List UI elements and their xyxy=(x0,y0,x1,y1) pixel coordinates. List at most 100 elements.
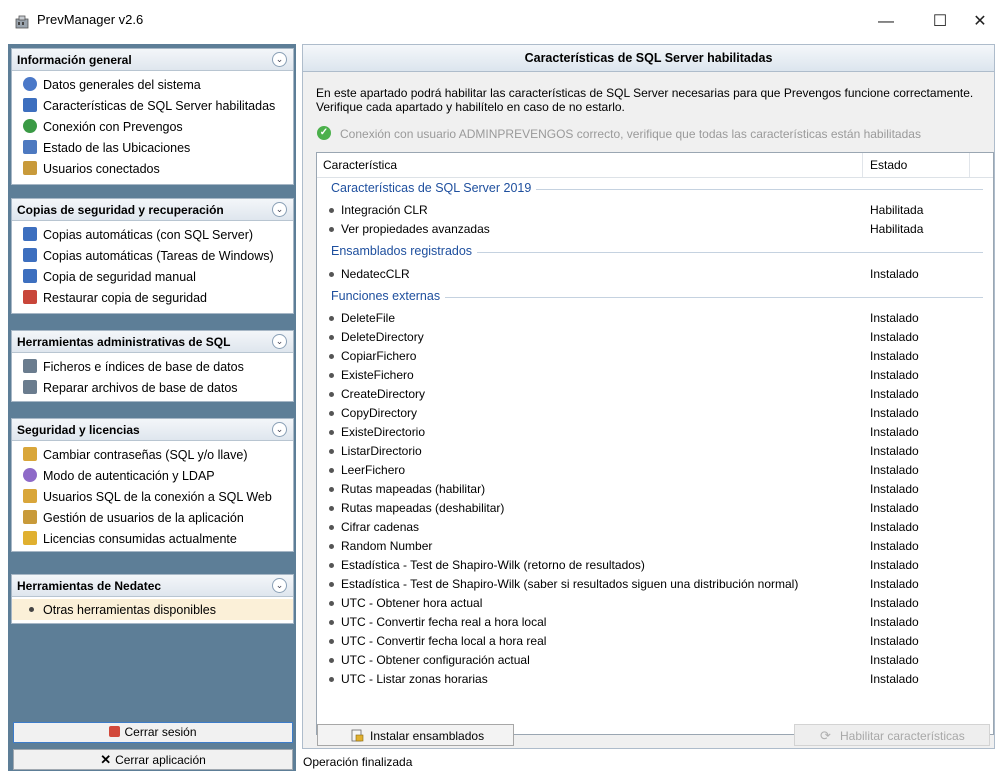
close-app-button[interactable]: ✕ Cerrar aplicación xyxy=(13,749,293,770)
feature-state: Instalado xyxy=(870,615,919,629)
users-icon xyxy=(23,161,37,175)
collapse-icon[interactable]: ⌄ xyxy=(272,202,287,217)
group-title: Información general xyxy=(17,53,132,67)
sidebar-item-copias-tareas-windows[interactable]: Copias automáticas (Tareas de Windows) xyxy=(12,245,293,266)
feature-name: ExisteDirectorio xyxy=(341,425,426,439)
list-item[interactable]: UTC - Convertir fecha real a hora local I… xyxy=(317,613,993,632)
column-header-caracteristica[interactable]: Característica xyxy=(323,158,397,172)
group-copias-seguridad: Copias de seguridad y recuperación ⌄ Cop… xyxy=(11,198,294,314)
maximize-button[interactable]: ☐ xyxy=(920,7,960,37)
list-item[interactable]: Random Number Instalado xyxy=(317,537,993,556)
list-item[interactable]: NedatecCLR Instalado xyxy=(317,265,993,284)
database-files-icon xyxy=(23,359,37,373)
sidebar-item-gestion-usuarios[interactable]: Gestión de usuarios de la aplicación xyxy=(12,507,293,528)
list-item[interactable]: Estadística - Test de Shapiro-Wilk (sabe… xyxy=(317,575,993,594)
list-item[interactable]: ExisteFichero Instalado xyxy=(317,366,993,385)
sidebar-item-copias-sql-server[interactable]: Copias automáticas (con SQL Server) xyxy=(12,224,293,245)
bullet-icon xyxy=(329,392,334,397)
list-item[interactable]: DeleteDirectory Instalado xyxy=(317,328,993,347)
group-header[interactable]: Copias de seguridad y recuperación ⌄ xyxy=(12,199,293,221)
repair-icon xyxy=(23,380,37,394)
bullet-icon xyxy=(29,607,34,612)
list-item[interactable]: UTC - Obtener hora actual Instalado xyxy=(317,594,993,613)
database-settings-icon xyxy=(23,98,37,112)
connection-status-text: Conexión con usuario ADMINPREVENGOS corr… xyxy=(340,127,921,141)
list-item[interactable]: CreateDirectory Instalado xyxy=(317,385,993,404)
feature-state: Instalado xyxy=(870,672,919,686)
list-item[interactable]: UTC - Listar zonas horarias Instalado xyxy=(317,670,993,689)
key-users-icon xyxy=(23,489,37,503)
sidebar-item-label: Usuarios SQL de la conexión a SQL Web xyxy=(43,490,272,504)
group-title: Seguridad y licencias xyxy=(17,423,140,437)
list-item[interactable]: Integración CLR Habilitada xyxy=(317,201,993,220)
group-header[interactable]: Herramientas de Nedatec ⌄ xyxy=(12,575,293,597)
list-item[interactable]: Cifrar cadenas Instalado xyxy=(317,518,993,537)
features-list[interactable]: Característica Estado Características de… xyxy=(316,152,994,735)
list-item[interactable]: Rutas mapeadas (deshabilitar) Instalado xyxy=(317,499,993,518)
sidebar-item-cambiar-contrasenas[interactable]: Cambiar contraseñas (SQL y/o llave) xyxy=(12,444,293,465)
list-item[interactable]: LeerFichero Instalado xyxy=(317,461,993,480)
sidebar-item-estado-ubicaciones[interactable]: Estado de las Ubicaciones xyxy=(12,137,293,158)
group-header[interactable]: Seguridad y licencias ⌄ xyxy=(12,419,293,441)
list-item[interactable]: Rutas mapeadas (habilitar) Instalado xyxy=(317,480,993,499)
sidebar-item-ficheros-indices[interactable]: Ficheros e índices de base de datos xyxy=(12,356,293,377)
minimize-button[interactable]: — xyxy=(866,7,906,37)
logout-button[interactable]: Cerrar sesión xyxy=(13,722,293,743)
bullet-icon xyxy=(329,506,334,511)
bullet-icon xyxy=(329,658,334,663)
sidebar-item-usuarios-conectados[interactable]: Usuarios conectados xyxy=(12,158,293,179)
sidebar-item-licencias-consumidas[interactable]: Licencias consumidas actualmente xyxy=(12,528,293,549)
list-item[interactable]: CopiarFichero Instalado xyxy=(317,347,993,366)
collapse-icon[interactable]: ⌄ xyxy=(272,578,287,593)
install-button-label: Instalar ensamblados xyxy=(370,729,485,743)
sidebar-item-restaurar-copia[interactable]: Restaurar copia de seguridad xyxy=(12,287,293,308)
feature-name: CopyDirectory xyxy=(341,406,418,420)
group-title: Copias de seguridad y recuperación xyxy=(17,203,224,217)
bullet-icon xyxy=(329,487,334,492)
restore-icon xyxy=(23,290,37,304)
group-header[interactable]: Herramientas administrativas de SQL ⌄ xyxy=(12,331,293,353)
sidebar-item-label: Ficheros e índices de base de datos xyxy=(43,360,244,374)
connection-status: ✓ Conexión con usuario ADMINPREVENGOS co… xyxy=(316,125,986,143)
list-item[interactable]: DeleteFile Instalado xyxy=(317,309,993,328)
list-item[interactable]: UTC - Convertir fecha local a hora real I… xyxy=(317,632,993,651)
sidebar-item-caracteristicas-sql[interactable]: Características de SQL Server habilitada… xyxy=(12,95,293,116)
close-window-button[interactable]: ✕ xyxy=(960,7,999,37)
feature-state: Instalado xyxy=(870,387,919,401)
sidebar-item-reparar-archivos[interactable]: Reparar archivos de base de datos xyxy=(12,377,293,398)
list-item[interactable]: UTC - Obtener configuración actual Instal… xyxy=(317,651,993,670)
sidebar-item-usuarios-sql-web[interactable]: Usuarios SQL de la conexión a SQL Web xyxy=(12,486,293,507)
user-management-icon xyxy=(23,510,37,524)
install-assemblies-button[interactable]: Instalar ensamblados xyxy=(317,724,514,746)
sidebar-item-datos-generales[interactable]: Datos generales del sistema xyxy=(12,74,293,95)
collapse-icon[interactable]: ⌄ xyxy=(272,52,287,67)
folder-status-icon xyxy=(23,140,37,154)
sidebar-item-conexion-prevengos[interactable]: Conexión con Prevengos xyxy=(12,116,293,137)
group-header[interactable]: Información general ⌄ xyxy=(12,49,293,71)
sidebar-item-modo-autenticacion[interactable]: Modo de autenticación y LDAP xyxy=(12,465,293,486)
feature-state: Habilitada xyxy=(870,203,924,217)
panel-title: Características de SQL Server habilitada… xyxy=(303,45,994,72)
sidebar-item-copia-manual[interactable]: Copia de seguridad manual xyxy=(12,266,293,287)
list-item[interactable]: Estadística - Test de Shapiro-Wilk (reto… xyxy=(317,556,993,575)
feature-name: ExisteFichero xyxy=(341,368,414,382)
sidebar-item-otras-herramientas[interactable]: Otras herramientas disponibles xyxy=(12,599,293,620)
manual-backup-icon xyxy=(23,269,37,283)
list-item[interactable]: ExisteDirectorio Instalado xyxy=(317,423,993,442)
feature-state: Instalado xyxy=(870,330,919,344)
sidebar-item-label: Restaurar copia de seguridad xyxy=(43,291,207,305)
close-icon: ✕ xyxy=(100,752,112,767)
list-item[interactable]: Ver propiedades avanzadas Habilitada xyxy=(317,220,993,239)
list-item[interactable]: ListarDirectorio Instalado xyxy=(317,442,993,461)
sidebar-item-label: Copia de seguridad manual xyxy=(43,270,196,284)
feature-name: NedatecCLR xyxy=(341,267,410,281)
list-item[interactable]: CopyDirectory Instalado xyxy=(317,404,993,423)
column-separator[interactable] xyxy=(862,153,863,177)
main-panel: Características de SQL Server habilitada… xyxy=(302,44,995,749)
collapse-icon[interactable]: ⌄ xyxy=(272,422,287,437)
column-separator[interactable] xyxy=(969,153,970,177)
enable-features-button[interactable]: ⟳ Habilitar características xyxy=(794,724,990,746)
collapse-icon[interactable]: ⌄ xyxy=(272,334,287,349)
column-header-estado[interactable]: Estado xyxy=(870,158,907,172)
feature-name: LeerFichero xyxy=(341,463,406,477)
